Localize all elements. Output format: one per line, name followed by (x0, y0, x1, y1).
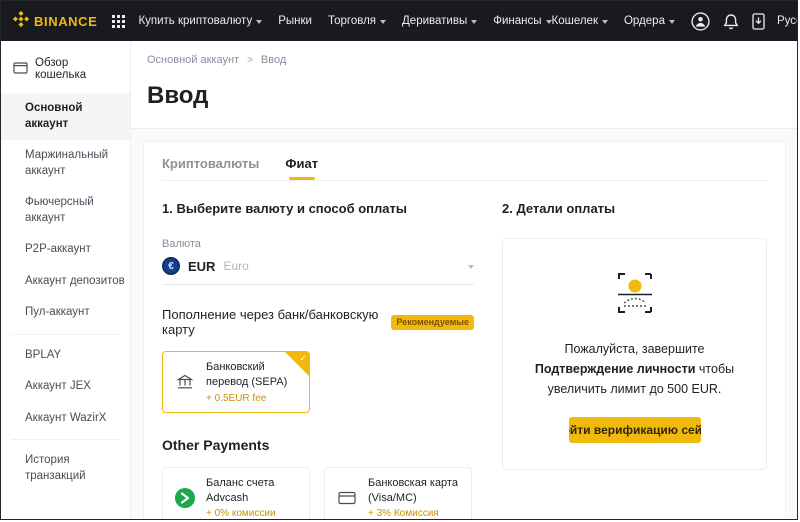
tab-crypto[interactable]: Криптовалюты (162, 156, 259, 180)
binance-window: BINANCE Купить криптовалюту Рынки Торгов… (0, 0, 798, 520)
wallet-sidebar: Обзор кошелька Основной аккаунт Маржинал… (1, 41, 131, 519)
sidebar-item-pool-account[interactable]: Пул-аккаунт (1, 297, 130, 329)
advcash-icon (173, 487, 197, 509)
nav-trade[interactable]: Торговля (328, 15, 387, 27)
method-name: Баланс счета Advcash (206, 476, 275, 504)
currency-select[interactable]: € EUR Euro (162, 257, 474, 285)
bank-methods-header: Пополнение через банк/банковскую карту Р… (162, 307, 474, 337)
other-payments-grid: Баланс счета Advcash + 0% комиссии Банко… (162, 466, 474, 520)
sidebar-item-transaction-history[interactable]: История транзакций (1, 445, 130, 492)
payment-method-advcash[interactable]: Баланс счета Advcash + 0% комиссии (162, 466, 310, 520)
sidebar-item-wazirx-account[interactable]: Аккаунт WazirX (1, 403, 130, 435)
nav-finance[interactable]: Финансы (493, 15, 552, 27)
brand-name: BINANCE (34, 13, 98, 29)
sidebar-item-jex-account[interactable]: Аккаунт JEX (1, 371, 130, 403)
nav-buy-crypto[interactable]: Купить криптовалюту (138, 15, 263, 27)
top-navigation-bar: BINANCE Купить криптовалюту Рынки Торгов… (1, 1, 797, 41)
currency-name: Euro (223, 259, 249, 273)
download-app-icon[interactable] (752, 12, 765, 30)
main-content: Основной аккаунт > Ввод Ввод Криптовалют… (131, 41, 797, 519)
wallet-icon (13, 61, 28, 77)
nav-wallet[interactable]: Кошелек (552, 15, 608, 27)
method-fee: + 0.5EUR fee (206, 392, 267, 404)
breadcrumb-main-account[interactable]: Основной аккаунт (147, 54, 239, 66)
verify-now-button[interactable]: Пройти верификацию сейчас (568, 417, 701, 443)
chevron-down-icon (468, 264, 474, 269)
profile-icon[interactable] (691, 11, 710, 31)
user-nav: Кошелек Ордера (552, 15, 675, 27)
sidebar-item-margin-account[interactable]: Маржинальный аккаунт (1, 140, 130, 187)
chevron-down-icon (256, 19, 263, 24)
nav-orders[interactable]: Ордера (624, 15, 675, 27)
topbar-icons (691, 11, 765, 31)
currency-code: EUR (188, 258, 216, 274)
euro-currency-icon: € (162, 257, 180, 275)
binance-diamond-icon (12, 10, 30, 32)
bank-methods-title: Пополнение через банк/банковскую карту (162, 307, 379, 337)
breadcrumb-deposit[interactable]: Ввод (261, 54, 286, 66)
sidebar-item-main-account[interactable]: Основной аккаунт (1, 93, 130, 141)
payment-method-bank-card[interactable]: Банковская карта (Visa/MC) + 3% Комиссия (324, 466, 472, 520)
step1-title: 1. Выберите валюту и способ оплаты (162, 201, 407, 216)
sidebar-item-futures-account[interactable]: Фьючерсный аккаунт (1, 187, 130, 234)
sidebar-divider (11, 439, 120, 441)
kyc-message-bold: Подтверждение личности (534, 362, 696, 376)
recommended-badge: Рекомендуемые (391, 314, 474, 330)
breadcrumb-separator: > (247, 54, 253, 66)
bank-building-icon (173, 374, 197, 390)
kyc-card: Пожалуйста, завершите Подтверждение личн… (502, 238, 767, 470)
chevron-down-icon (471, 19, 478, 24)
language-currency-selector[interactable]: Русский/RUB (777, 15, 797, 27)
chevron-down-icon (668, 19, 675, 24)
step2-title: 2. Детали оплаты (502, 201, 616, 216)
page-title: Ввод (147, 82, 209, 109)
tab-fiat[interactable]: Фиат (285, 156, 318, 180)
sidebar-item-deposit-account[interactable]: Аккаунт депозитов (1, 266, 130, 298)
payment-details-section: 2. Детали оплаты Пожалуйста, завершите П… (502, 181, 767, 519)
payment-method-sepa[interactable]: Банковский перевод (SEPA) + 0.5EUR fee ✓ (162, 351, 310, 413)
sidebar-wallet-overview[interactable]: Обзор кошелька (1, 47, 130, 93)
method-name: Банковская карта (Visa/MC) (368, 476, 458, 504)
sidebar-item-bplay[interactable]: BPLAY (1, 340, 130, 372)
notifications-bell-icon[interactable] (723, 13, 739, 30)
kyc-message: Пожалуйста, завершите Подтверждение личн… (534, 342, 735, 396)
currency-payment-section: 1. Выберите валюту и способ оплаты Валют… (162, 181, 474, 520)
apps-grid-icon[interactable] (112, 14, 126, 28)
credit-card-icon (335, 491, 359, 505)
nav-derivatives[interactable]: Деривативы (402, 15, 478, 27)
chevron-down-icon (380, 19, 387, 24)
binance-logo[interactable]: BINANCE (12, 10, 98, 32)
page-header: Основной аккаунт > Ввод Ввод (131, 41, 797, 129)
currency-field-label: Валюта (162, 238, 201, 250)
nav-markets[interactable]: Рынки (278, 15, 312, 27)
method-fee: + 0% комиссии (206, 508, 276, 520)
breadcrumb: Основной аккаунт > Ввод (147, 54, 773, 66)
method-fee: + 3% Комиссия (368, 508, 439, 520)
identity-verification-icon (617, 273, 652, 313)
sidebar-item-p2p-account[interactable]: P2P-аккаунт (1, 234, 130, 266)
main-nav: Купить криптовалюту Рынки Торговля Дерив… (138, 15, 552, 27)
other-payments-title: Other Payments (162, 436, 270, 453)
content-area: Криптовалюты Фиат 1. Выберите валюту и с… (131, 129, 797, 519)
sidebar-divider (11, 333, 120, 335)
checkmark-icon: ✓ (299, 353, 307, 363)
deposit-tabs: Криптовалюты Фиат (162, 142, 767, 181)
deposit-card: Криптовалюты Фиат 1. Выберите валюту и с… (143, 141, 786, 520)
chevron-down-icon (601, 19, 608, 24)
